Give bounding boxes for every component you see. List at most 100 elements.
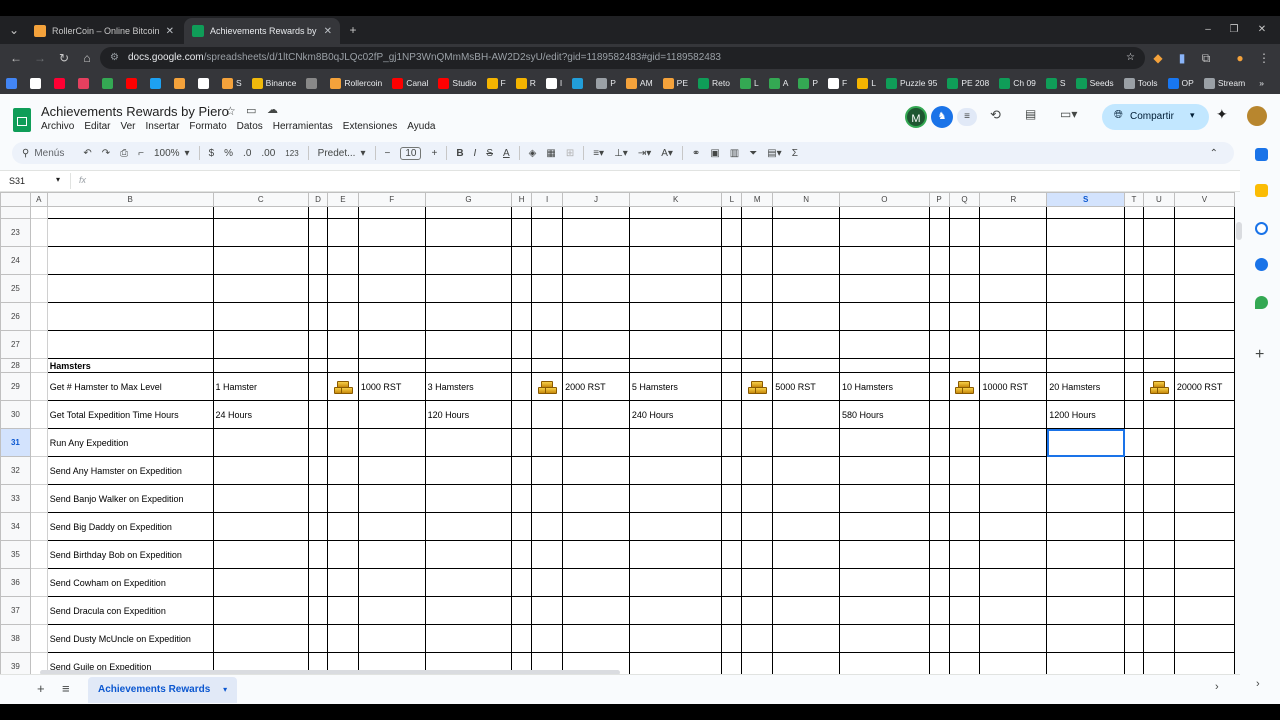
cell-S26[interactable] [1046, 302, 1126, 331]
cell-R32[interactable] [979, 456, 1048, 485]
cell-O36[interactable] [838, 568, 930, 597]
column-header[interactable]: R [979, 192, 1048, 207]
cell-N27[interactable] [772, 330, 840, 359]
bookmark-item[interactable]: Canal [392, 77, 428, 89]
cell-C34[interactable] [212, 512, 310, 541]
cell-U39[interactable] [1142, 652, 1175, 674]
cell-Q33[interactable] [948, 484, 981, 513]
back-icon[interactable]: ← [8, 50, 24, 66]
add-sheet-button[interactable]: + [37, 681, 45, 696]
cell-T37[interactable] [1124, 596, 1144, 625]
bookmark-item[interactable]: L [857, 77, 876, 89]
cell-N29[interactable]: 5000 RST [772, 372, 840, 401]
cell-I37[interactable] [531, 596, 564, 625]
cell-E24[interactable] [326, 246, 359, 275]
cell-T38[interactable] [1124, 624, 1144, 653]
cell-S25[interactable] [1046, 274, 1126, 303]
cell-F34[interactable] [357, 512, 426, 541]
cell-H37[interactable] [511, 596, 533, 625]
cell-S39[interactable] [1046, 652, 1126, 674]
italic-button[interactable]: I [474, 148, 477, 159]
cell-D34[interactable] [308, 512, 328, 541]
cell-J25[interactable] [562, 274, 630, 303]
cell-L38[interactable] [721, 624, 743, 653]
cell-L[interactable] [721, 206, 743, 219]
cell-C24[interactable] [212, 246, 310, 275]
menu-search-input[interactable]: Menús [34, 148, 64, 159]
cell-N39[interactable] [772, 652, 840, 674]
cell-P28[interactable] [928, 358, 950, 373]
cell-M35[interactable] [741, 540, 774, 569]
cell-J31[interactable] [562, 428, 630, 457]
cell-N32[interactable] [772, 456, 840, 485]
cell-D27[interactable] [308, 330, 328, 359]
cell-M33[interactable] [741, 484, 774, 513]
cell-Q37[interactable] [948, 596, 981, 625]
cell-N37[interactable] [772, 596, 840, 625]
hide-side-panel-icon[interactable]: › [1256, 678, 1260, 690]
column-header[interactable]: G [424, 192, 513, 207]
bookmark-item[interactable] [54, 77, 68, 89]
cell-V24[interactable] [1173, 246, 1235, 275]
cell-Q39[interactable] [948, 652, 981, 674]
cell-N25[interactable] [772, 274, 840, 303]
cell-K37[interactable] [628, 596, 723, 625]
column-header[interactable]: B [46, 192, 214, 207]
currency-format-button[interactable]: $ [209, 148, 215, 159]
cell-G36[interactable] [424, 568, 513, 597]
tab-search-icon[interactable]: ⌄ [6, 22, 22, 38]
font-size-input[interactable]: 10 [400, 146, 422, 160]
cell-I35[interactable] [531, 540, 564, 569]
cell-Q28[interactable] [948, 358, 981, 373]
row-header[interactable]: 33 [0, 484, 31, 513]
cell-D31[interactable] [308, 428, 328, 457]
cell-N28[interactable] [772, 358, 840, 373]
cell-B24[interactable] [46, 246, 214, 275]
cell-R31[interactable] [979, 428, 1048, 457]
cell-J34[interactable] [562, 512, 630, 541]
cell-L26[interactable] [721, 302, 743, 331]
keep-icon[interactable] [1255, 184, 1268, 197]
cell-B23[interactable] [46, 218, 214, 247]
cell-E32[interactable] [326, 456, 359, 485]
chevron-down-icon[interactable]: ▾ [223, 685, 227, 694]
url-bar[interactable]: ⚙ docs.google.com/spreadsheets/d/1ltCNkm… [100, 47, 1145, 69]
cell-Q38[interactable] [948, 624, 981, 653]
browser-tab-rollercoin[interactable]: RollerCoin – Online Bitcoin Mi… ✕ [26, 18, 182, 44]
cell-G29[interactable]: 3 Hamsters [424, 372, 513, 401]
cell-G26[interactable] [424, 302, 513, 331]
cell-H32[interactable] [511, 456, 533, 485]
move-folder-icon[interactable]: ▭ [246, 104, 256, 117]
cell-B37[interactable]: Send Dracula con Expedition [46, 596, 214, 625]
cell-R37[interactable] [979, 596, 1048, 625]
cell-P34[interactable] [928, 512, 950, 541]
cell-Q31[interactable] [948, 428, 981, 457]
cell-F30[interactable] [357, 400, 426, 429]
cell-T24[interactable] [1124, 246, 1144, 275]
cell-K39[interactable] [628, 652, 723, 674]
select-all-corner[interactable] [0, 192, 31, 207]
cell-N30[interactable] [772, 400, 840, 429]
cell-L33[interactable] [721, 484, 743, 513]
restore-icon[interactable]: ❐ [1226, 22, 1242, 38]
cell-E25[interactable] [326, 274, 359, 303]
functions-button[interactable]: Σ [792, 148, 798, 159]
cell-H[interactable] [511, 206, 533, 219]
cell-I24[interactable] [531, 246, 564, 275]
cell-S36[interactable] [1046, 568, 1126, 597]
cell-T23[interactable] [1124, 218, 1144, 247]
cell-I36[interactable] [531, 568, 564, 597]
cell-F28[interactable] [357, 358, 426, 373]
cell-B29[interactable]: Get # Hamster to Max Level [46, 372, 214, 401]
cell-O32[interactable] [838, 456, 930, 485]
bookmark-item[interactable]: PE [662, 77, 688, 89]
insert-chart-icon[interactable]: ▥ [730, 148, 739, 159]
cell-R39[interactable] [979, 652, 1048, 674]
cell-L25[interactable] [721, 274, 743, 303]
cell-Q30[interactable] [948, 400, 981, 429]
cell-B35[interactable]: Send Birthday Bob on Expedition [46, 540, 214, 569]
column-header[interactable]: U [1142, 192, 1175, 207]
cell-T36[interactable] [1124, 568, 1144, 597]
cell-S27[interactable] [1046, 330, 1126, 359]
cell-H29[interactable] [511, 372, 533, 401]
